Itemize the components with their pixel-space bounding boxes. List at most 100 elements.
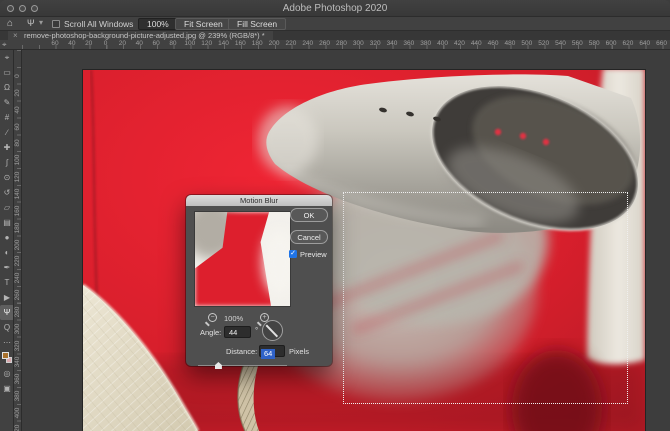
marquee-tool[interactable]: ▭ bbox=[0, 65, 14, 80]
foreground-color-swatch[interactable] bbox=[2, 352, 9, 359]
path-selection-icon: ▶ bbox=[0, 290, 14, 305]
blur-preview-thumbnail[interactable] bbox=[194, 211, 291, 307]
crop-tool[interactable]: # bbox=[0, 110, 14, 125]
horizontal-ruler-label: 500 bbox=[521, 40, 532, 47]
marquee-icon: ▭ bbox=[0, 65, 14, 80]
eyedropper-tool[interactable]: ∕ bbox=[0, 125, 14, 140]
quick-selection-tool[interactable]: ✎ bbox=[0, 95, 14, 110]
fit-screen-button[interactable]: Fit Screen bbox=[175, 18, 232, 30]
zoom-tool[interactable]: Q bbox=[0, 320, 14, 335]
vertical-ruler-label: 300 bbox=[14, 323, 21, 334]
horizontal-ruler-label: 200 bbox=[269, 40, 280, 47]
fill-screen-button[interactable]: Fill Screen bbox=[228, 18, 286, 30]
hand-tool[interactable]: Ψ bbox=[0, 305, 14, 320]
eraser-tool[interactable]: ▱ bbox=[0, 200, 14, 215]
screen-mode-tool[interactable]: ▣ bbox=[0, 381, 14, 396]
ruler-origin-icon: ⌖ bbox=[0, 40, 22, 50]
blur-tool[interactable]: ● bbox=[0, 230, 14, 245]
horizontal-ruler-label: 400 bbox=[437, 40, 448, 47]
horizontal-ruler: 6040200204060801001201401601802002202402… bbox=[22, 40, 670, 50]
zoom-icon: Q bbox=[0, 320, 14, 335]
selection-marquee[interactable] bbox=[343, 192, 628, 404]
quick-mask-tool[interactable]: ◎ bbox=[0, 366, 14, 381]
scroll-all-windows-checkbox[interactable] bbox=[52, 20, 60, 28]
vertical-ruler-label: 160 bbox=[14, 205, 21, 216]
ok-button[interactable]: OK bbox=[290, 208, 328, 222]
blur-icon: ● bbox=[0, 230, 14, 245]
preview-checkbox[interactable]: ✓ bbox=[289, 250, 297, 258]
cancel-button[interactable]: Cancel bbox=[290, 230, 328, 244]
angle-dial[interactable] bbox=[262, 320, 283, 341]
horizontal-ruler-label: 460 bbox=[488, 40, 499, 47]
document-tab-title: remove-photoshop-background-picture-adju… bbox=[24, 31, 265, 40]
horizontal-ruler-label: 640 bbox=[639, 40, 650, 47]
vertical-ruler-label: 100 bbox=[14, 155, 21, 166]
more-options-tool[interactable]: ⋯ bbox=[0, 335, 14, 350]
healing-brush-tool[interactable]: ✚ bbox=[0, 140, 14, 155]
horizontal-ruler-label: 0 bbox=[104, 40, 108, 47]
hand-tool-icon[interactable]: Ψ bbox=[27, 18, 35, 28]
vertical-ruler-label: 400 bbox=[14, 408, 21, 419]
screen-mode-icon: ▣ bbox=[0, 381, 14, 396]
color-swatches-tool[interactable] bbox=[0, 350, 14, 366]
eraser-icon: ▱ bbox=[0, 200, 14, 215]
chevron-down-icon[interactable]: ▾ bbox=[39, 18, 43, 27]
vertical-ruler-label: 340 bbox=[14, 357, 21, 368]
type-tool[interactable]: T bbox=[0, 275, 14, 290]
clone-stamp-icon: ⊙ bbox=[0, 170, 14, 185]
horizontal-ruler-label: 300 bbox=[353, 40, 364, 47]
gradient-tool[interactable]: ▤ bbox=[0, 215, 14, 230]
brush-icon: ∫ bbox=[0, 155, 14, 170]
path-selection-tool[interactable]: ▶ bbox=[0, 290, 14, 305]
dodge-icon: ◐ bbox=[0, 245, 14, 260]
clone-stamp-tool[interactable]: ⊙ bbox=[0, 170, 14, 185]
lasso-icon: Ω bbox=[0, 80, 14, 95]
preview-white-highlight bbox=[263, 229, 291, 295]
horizontal-ruler-label: 420 bbox=[454, 40, 465, 47]
more-options-icon: ⋯ bbox=[0, 335, 14, 350]
crop-icon: # bbox=[0, 110, 14, 125]
pen-tool[interactable]: ✒ bbox=[0, 260, 14, 275]
angle-label: Angle: bbox=[200, 328, 221, 337]
history-brush-icon: ↺ bbox=[0, 185, 14, 200]
distance-input[interactable]: 64 bbox=[259, 345, 285, 357]
close-tab-icon[interactable]: × bbox=[13, 31, 18, 40]
zoom-100-button[interactable]: 100% bbox=[138, 18, 178, 30]
vertical-ruler: 0204060801001201401601802002202402602803… bbox=[14, 50, 22, 431]
horizontal-ruler-label: 20 bbox=[85, 40, 92, 47]
move-icon: ⌖ bbox=[0, 50, 14, 65]
angle-input[interactable]: 44 bbox=[224, 326, 251, 338]
angle-unit: ° bbox=[255, 326, 258, 335]
home-icon[interactable]: ⌂ bbox=[7, 18, 13, 29]
vertical-ruler-label: 40 bbox=[14, 106, 21, 113]
horizontal-ruler-label: 160 bbox=[235, 40, 246, 47]
vertical-ruler-label: 360 bbox=[14, 374, 21, 385]
distance-slider[interactable] bbox=[198, 362, 287, 369]
dodge-tool[interactable]: ◐ bbox=[0, 245, 14, 260]
distance-slider-track bbox=[198, 365, 287, 366]
distance-slider-thumb[interactable] bbox=[215, 362, 222, 369]
vertical-ruler-label: 60 bbox=[14, 123, 21, 130]
brush-tool[interactable]: ∫ bbox=[0, 155, 14, 170]
vertical-ruler-label: 200 bbox=[14, 239, 21, 250]
vertical-ruler-label: 20 bbox=[14, 89, 21, 96]
history-brush-tool[interactable]: ↺ bbox=[0, 185, 14, 200]
horizontal-ruler-label: 360 bbox=[403, 40, 414, 47]
vertical-ruler-label: 180 bbox=[14, 222, 21, 233]
hand-icon: Ψ bbox=[0, 305, 14, 320]
zoom-out-icon[interactable]: − bbox=[208, 313, 217, 322]
vertical-ruler-label: 140 bbox=[14, 189, 21, 200]
horizontal-ruler-label: 260 bbox=[319, 40, 330, 47]
dialog-title[interactable]: Motion Blur bbox=[186, 195, 332, 206]
document-tab[interactable]: × remove-photoshop-background-picture-ad… bbox=[8, 31, 273, 40]
horizontal-ruler-label: 660 bbox=[656, 40, 667, 47]
vertical-ruler-label: 0 bbox=[14, 74, 21, 78]
distance-label: Distance: bbox=[226, 347, 257, 356]
horizontal-ruler-label: 40 bbox=[136, 40, 143, 47]
lasso-tool[interactable]: Ω bbox=[0, 80, 14, 95]
horizontal-ruler-label: 140 bbox=[218, 40, 229, 47]
horizontal-ruler-label: 240 bbox=[302, 40, 313, 47]
move-tool[interactable]: ⌖ bbox=[0, 50, 14, 65]
pen-icon: ✒ bbox=[0, 260, 14, 275]
canvas-area[interactable]: Motion Blur OK Cancel ✓ Preview − 100% +… bbox=[22, 50, 670, 431]
